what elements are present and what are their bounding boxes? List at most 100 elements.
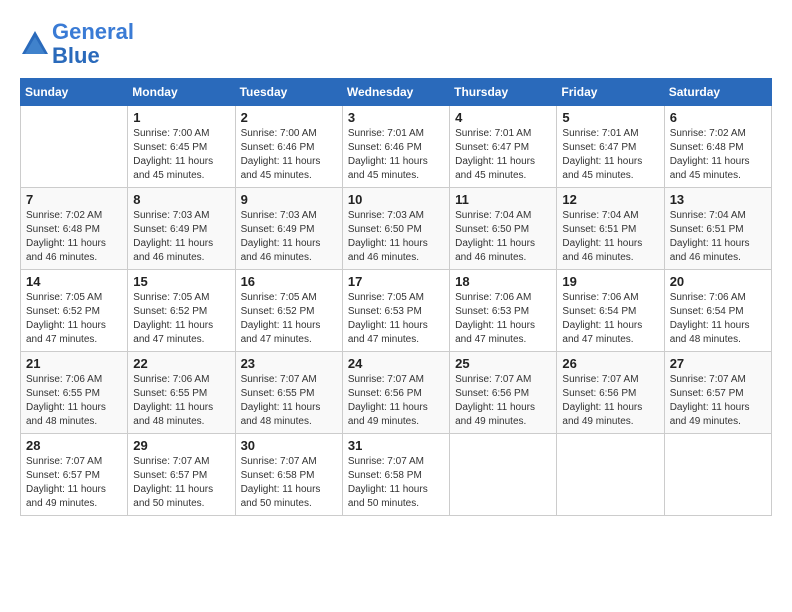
calendar-cell: 10 Sunrise: 7:03 AMSunset: 6:50 PMDayligh… bbox=[342, 188, 449, 270]
day-info: Sunrise: 7:07 AMSunset: 6:55 PMDaylight:… bbox=[241, 373, 337, 429]
week-row-5: 28 Sunrise: 7:07 AMSunset: 6:57 PMDayligh… bbox=[21, 434, 772, 516]
week-row-1: 1Sunrise: 7:00 AMSunset: 6:45 PMDaylight… bbox=[21, 106, 772, 188]
calendar-cell: 18Sunrise: 7:06 AMSunset: 6:53 PMDayligh… bbox=[450, 270, 557, 352]
day-number: 3 bbox=[348, 110, 444, 125]
weekday-header-thursday: Thursday bbox=[450, 79, 557, 106]
calendar-table: SundayMondayTuesdayWednesdayThursdayFrid… bbox=[20, 78, 772, 516]
day-info: Sunrise: 7:07 AMSunset: 6:57 PMDaylight:… bbox=[133, 455, 229, 511]
day-info: Sunrise: 7:00 AMSunset: 6:46 PMDaylight:… bbox=[241, 127, 337, 183]
day-info: Sunrise: 7:07 AMSunset: 6:58 PMDaylight:… bbox=[241, 455, 337, 511]
calendar-cell: 13 Sunrise: 7:04 AMSunset: 6:51 PMDayligh… bbox=[664, 188, 771, 270]
day-number: 28 bbox=[26, 438, 122, 453]
day-number: 19 bbox=[562, 274, 658, 289]
day-number: 12 bbox=[562, 192, 658, 207]
calendar-cell: 11 Sunrise: 7:04 AMSunset: 6:50 PMDayligh… bbox=[450, 188, 557, 270]
day-number: 15 bbox=[133, 274, 229, 289]
day-info: Sunrise: 7:07 AMSunset: 6:56 PMDaylight:… bbox=[562, 373, 658, 429]
week-row-3: 14 Sunrise: 7:05 AMSunset: 6:52 PMDayligh… bbox=[21, 270, 772, 352]
calendar-cell: 21Sunrise: 7:06 AMSunset: 6:55 PMDayligh… bbox=[21, 352, 128, 434]
day-number: 4 bbox=[455, 110, 551, 125]
weekday-header-friday: Friday bbox=[557, 79, 664, 106]
day-number: 1 bbox=[133, 110, 229, 125]
day-info: Sunrise: 7:01 AMSunset: 6:46 PMDaylight:… bbox=[348, 127, 444, 183]
day-number: 7 bbox=[26, 192, 122, 207]
day-number: 8 bbox=[133, 192, 229, 207]
day-number: 29 bbox=[133, 438, 229, 453]
day-number: 23 bbox=[241, 356, 337, 371]
weekday-header-row: SundayMondayTuesdayWednesdayThursdayFrid… bbox=[21, 79, 772, 106]
day-info: Sunrise: 7:05 AMSunset: 6:53 PMDaylight:… bbox=[348, 291, 444, 347]
logo-icon bbox=[20, 29, 50, 59]
calendar-cell: 16 Sunrise: 7:05 AMSunset: 6:52 PMDayligh… bbox=[235, 270, 342, 352]
weekday-header-monday: Monday bbox=[128, 79, 235, 106]
day-info: Sunrise: 7:06 AMSunset: 6:54 PMDaylight:… bbox=[670, 291, 766, 347]
calendar-cell: 23 Sunrise: 7:07 AMSunset: 6:55 PMDayligh… bbox=[235, 352, 342, 434]
week-row-2: 7Sunrise: 7:02 AMSunset: 6:48 PMDaylight… bbox=[21, 188, 772, 270]
day-info: Sunrise: 7:04 AMSunset: 6:50 PMDaylight:… bbox=[455, 209, 551, 265]
calendar-cell: 4 Sunrise: 7:01 AMSunset: 6:47 PMDaylight… bbox=[450, 106, 557, 188]
day-number: 17 bbox=[348, 274, 444, 289]
calendar-cell: 20 Sunrise: 7:06 AMSunset: 6:54 PMDayligh… bbox=[664, 270, 771, 352]
day-number: 18 bbox=[455, 274, 551, 289]
logo: General Blue bbox=[20, 20, 134, 68]
day-info: Sunrise: 7:03 AMSunset: 6:49 PMDaylight:… bbox=[241, 209, 337, 265]
weekday-header-saturday: Saturday bbox=[664, 79, 771, 106]
day-number: 26 bbox=[562, 356, 658, 371]
day-info: Sunrise: 7:06 AMSunset: 6:54 PMDaylight:… bbox=[562, 291, 658, 347]
calendar-cell: 5 Sunrise: 7:01 AMSunset: 6:47 PMDaylight… bbox=[557, 106, 664, 188]
calendar-cell: 31 Sunrise: 7:07 AMSunset: 6:58 PMDayligh… bbox=[342, 434, 449, 516]
calendar-cell bbox=[21, 106, 128, 188]
day-info: Sunrise: 7:03 AMSunset: 6:50 PMDaylight:… bbox=[348, 209, 444, 265]
day-info: Sunrise: 7:07 AMSunset: 6:56 PMDaylight:… bbox=[455, 373, 551, 429]
day-info: Sunrise: 7:03 AMSunset: 6:49 PMDaylight:… bbox=[133, 209, 229, 265]
weekday-header-tuesday: Tuesday bbox=[235, 79, 342, 106]
week-row-4: 21 Sunrise: 7:06 AMSunset: 6:55 PMDayligh… bbox=[21, 352, 772, 434]
calendar-cell: 30 Sunrise: 7:07 AMSunset: 6:58 PMDayligh… bbox=[235, 434, 342, 516]
day-number: 27 bbox=[670, 356, 766, 371]
day-number: 22 bbox=[133, 356, 229, 371]
calendar-cell: 28 Sunrise: 7:07 AMSunset: 6:57 PMDayligh… bbox=[21, 434, 128, 516]
calendar-cell: 15 Sunrise: 7:05 AMSunset: 6:52 PMDayligh… bbox=[128, 270, 235, 352]
day-info: Sunrise: 7:05 AMSunset: 6:52 PMDaylight:… bbox=[241, 291, 337, 347]
day-info: Sunrise: 7:01 AMSunset: 6:47 PMDaylight:… bbox=[455, 127, 551, 183]
day-number: 10 bbox=[348, 192, 444, 207]
day-number: 13 bbox=[670, 192, 766, 207]
calendar-cell bbox=[664, 434, 771, 516]
weekday-header-wednesday: Wednesday bbox=[342, 79, 449, 106]
day-number: 2 bbox=[241, 110, 337, 125]
day-number: 5 bbox=[562, 110, 658, 125]
day-number: 11 bbox=[455, 192, 551, 207]
day-number: 16 bbox=[241, 274, 337, 289]
calendar-cell: 27 Sunrise: 7:07 AMSunset: 6:57 PMDayligh… bbox=[664, 352, 771, 434]
calendar-cell: 22 Sunrise: 7:06 AMSunset: 6:55 PMDayligh… bbox=[128, 352, 235, 434]
calendar-cell: 8 Sunrise: 7:03 AMSunset: 6:49 PMDaylight… bbox=[128, 188, 235, 270]
day-number: 24 bbox=[348, 356, 444, 371]
logo-text: General Blue bbox=[52, 20, 134, 68]
day-info: Sunrise: 7:07 AMSunset: 6:57 PMDaylight:… bbox=[670, 373, 766, 429]
calendar-cell: 24Sunrise: 7:07 AMSunset: 6:56 PMDayligh… bbox=[342, 352, 449, 434]
calendar-cell: 14 Sunrise: 7:05 AMSunset: 6:52 PMDayligh… bbox=[21, 270, 128, 352]
day-number: 30 bbox=[241, 438, 337, 453]
calendar-cell: 9 Sunrise: 7:03 AMSunset: 6:49 PMDaylight… bbox=[235, 188, 342, 270]
calendar-cell: 2 Sunrise: 7:00 AMSunset: 6:46 PMDaylight… bbox=[235, 106, 342, 188]
calendar-cell: 3 Sunrise: 7:01 AMSunset: 6:46 PMDaylight… bbox=[342, 106, 449, 188]
page-header: General Blue bbox=[20, 20, 772, 68]
day-info: Sunrise: 7:07 AMSunset: 6:58 PMDaylight:… bbox=[348, 455, 444, 511]
calendar-cell: 19 Sunrise: 7:06 AMSunset: 6:54 PMDayligh… bbox=[557, 270, 664, 352]
day-number: 21 bbox=[26, 356, 122, 371]
calendar-cell: 29 Sunrise: 7:07 AMSunset: 6:57 PMDayligh… bbox=[128, 434, 235, 516]
day-info: Sunrise: 7:04 AMSunset: 6:51 PMDaylight:… bbox=[670, 209, 766, 265]
calendar-cell: 12Sunrise: 7:04 AMSunset: 6:51 PMDayligh… bbox=[557, 188, 664, 270]
day-number: 31 bbox=[348, 438, 444, 453]
day-info: Sunrise: 7:05 AMSunset: 6:52 PMDaylight:… bbox=[26, 291, 122, 347]
calendar-cell: 25Sunrise: 7:07 AMSunset: 6:56 PMDayligh… bbox=[450, 352, 557, 434]
day-info: Sunrise: 7:07 AMSunset: 6:57 PMDaylight:… bbox=[26, 455, 122, 511]
day-number: 20 bbox=[670, 274, 766, 289]
day-info: Sunrise: 7:01 AMSunset: 6:47 PMDaylight:… bbox=[562, 127, 658, 183]
calendar-cell: 17 Sunrise: 7:05 AMSunset: 6:53 PMDayligh… bbox=[342, 270, 449, 352]
day-number: 9 bbox=[241, 192, 337, 207]
day-info: Sunrise: 7:06 AMSunset: 6:55 PMDaylight:… bbox=[133, 373, 229, 429]
day-number: 14 bbox=[26, 274, 122, 289]
calendar-cell: 1Sunrise: 7:00 AMSunset: 6:45 PMDaylight… bbox=[128, 106, 235, 188]
day-info: Sunrise: 7:05 AMSunset: 6:52 PMDaylight:… bbox=[133, 291, 229, 347]
